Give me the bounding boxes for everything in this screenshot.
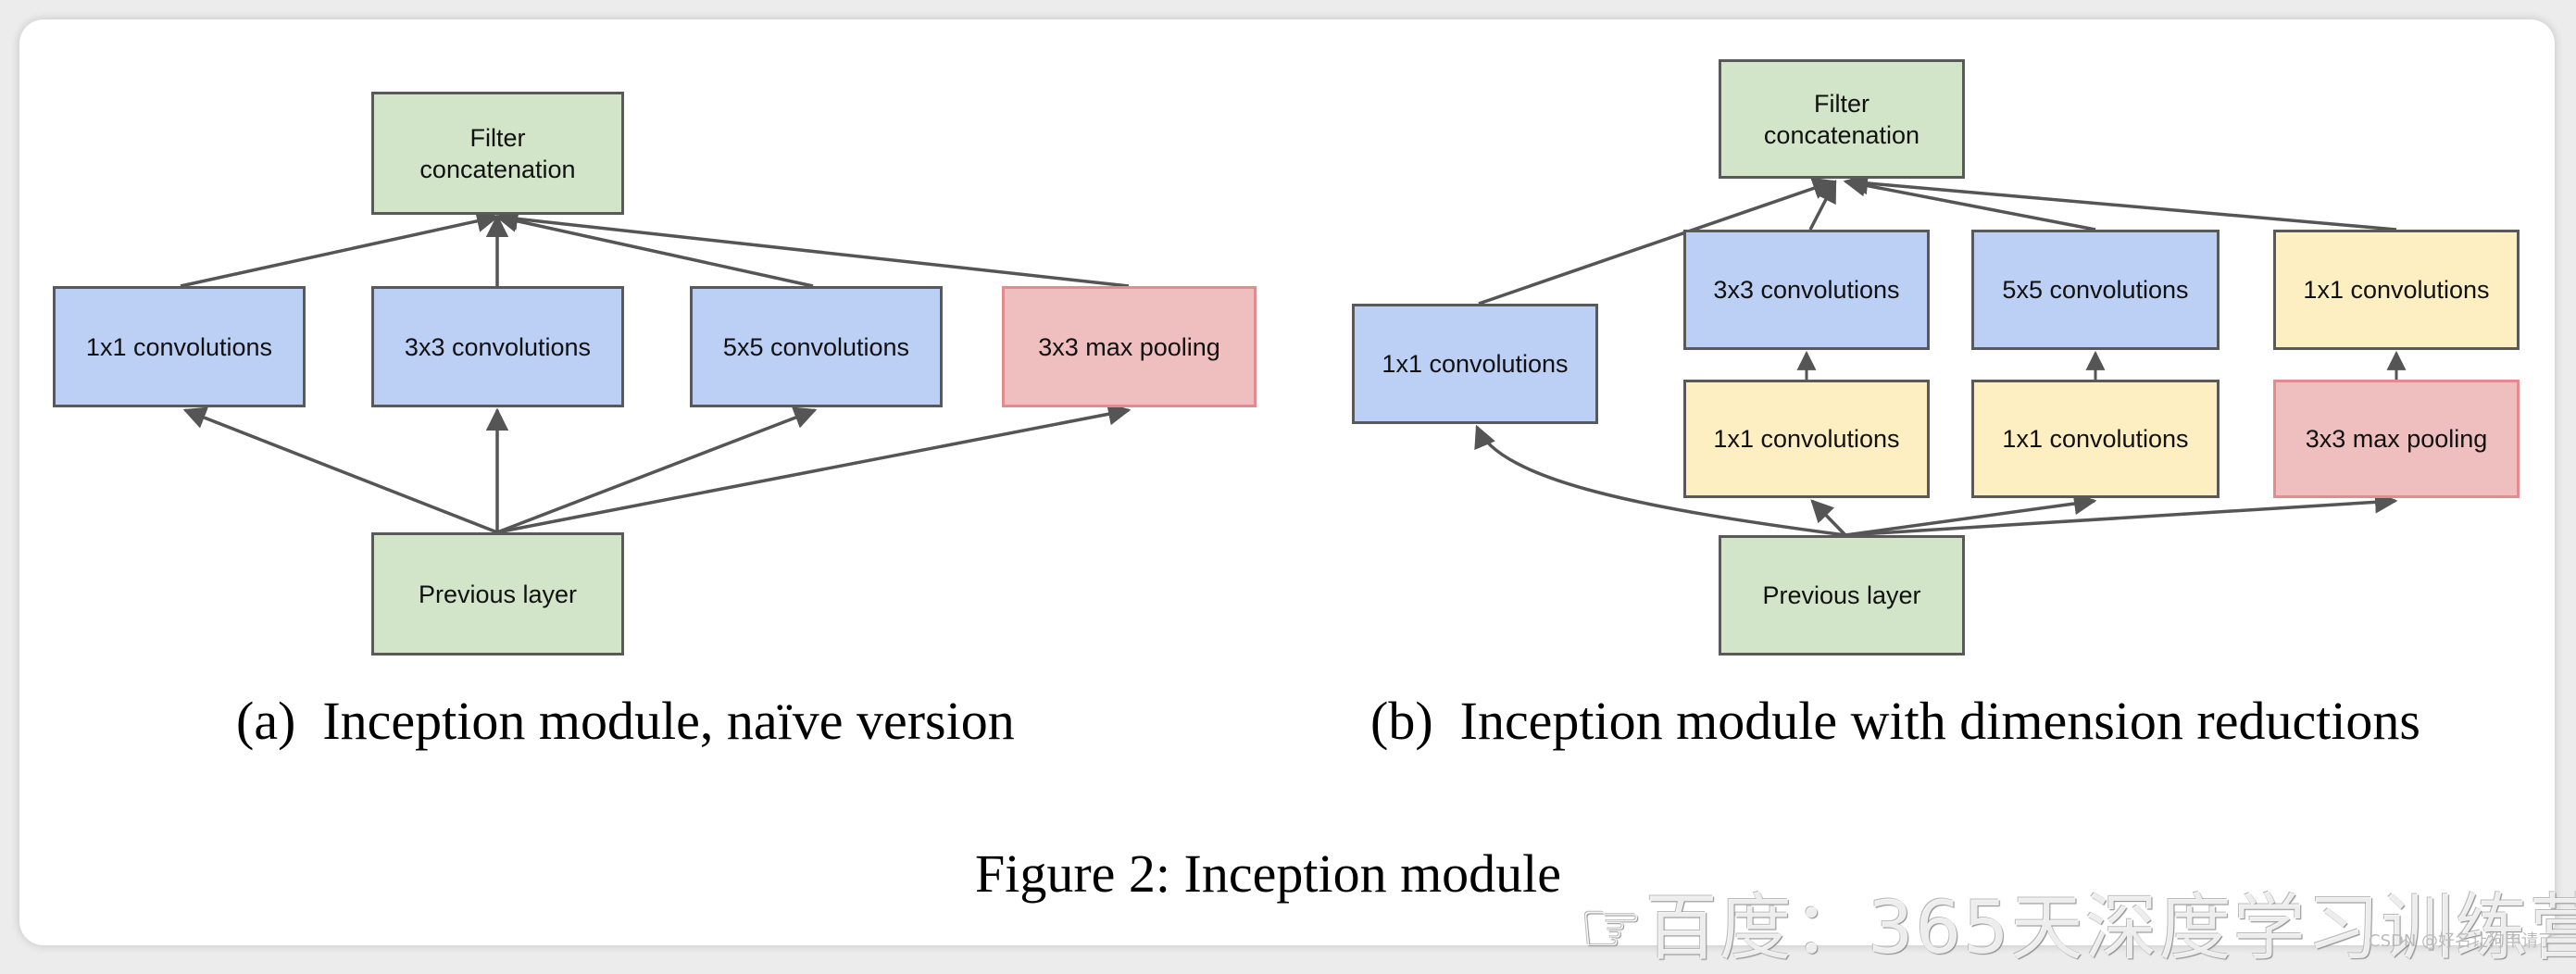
node-a-maxpool: 3x3 max pooling — [1002, 286, 1257, 407]
edge-a-conv1x1-concat — [180, 209, 500, 288]
node-b-reduce-5x5: 1x1 convolutions — [1971, 380, 2220, 498]
edge-a-prev-conv5x5 — [496, 406, 818, 534]
node-label: Previous layer — [418, 580, 578, 608]
node-b-reduce-3x3: 1x1 convolutions — [1683, 380, 1930, 498]
node-b-previous-layer: Previous layer — [1719, 535, 1965, 656]
edge-a-prev-conv1x1 — [182, 406, 498, 534]
node-a-previous-layer: Previous layer — [371, 532, 624, 656]
node-b-maxpool: 3x3 max pooling — [2273, 380, 2520, 498]
node-b-conv5x5: 5x5 convolutions — [1971, 230, 2220, 350]
figure-caption: Figure 2: Inception module — [975, 843, 1562, 904]
edge-a-prev-maxpool — [496, 403, 1132, 534]
edge-a-conv5x5-concat — [494, 209, 814, 288]
node-label: 1x1 convolutions — [2303, 276, 2490, 304]
node-label: 5x5 convolutions — [2002, 276, 2189, 304]
watermark-small: CSDN @好名让狗申请了 — [2369, 931, 2556, 951]
node-a-filter-concatenation: Filter concatenation — [371, 92, 624, 215]
node-label: 3x3 max pooling — [2305, 425, 2488, 453]
node-b-filter-concatenation: Filter concatenation — [1719, 59, 1965, 179]
node-label: 1x1 convolutions — [85, 332, 273, 361]
watermark: ☞百度：365天深度学习训练营 — [1579, 887, 2576, 970]
node-a-conv1x1: 1x1 convolutions — [53, 286, 306, 407]
subcaption-b: (b) Inception module with dimension redu… — [1370, 691, 2421, 751]
subcaption-a: (a) Inception module, naïve version — [236, 691, 1015, 751]
edge-b-conv1x1pool-concat — [1844, 171, 2397, 231]
node-label: 3x3 convolutions — [1713, 276, 1900, 304]
node-a-conv5x5: 5x5 convolutions — [690, 286, 943, 407]
edge-b-conv5x5-concat — [1843, 174, 2096, 231]
node-a-conv3x3: 3x3 convolutions — [371, 286, 624, 407]
node-label: 1x1 convolutions — [2002, 425, 2189, 453]
edge-b-prev-maxpool — [1844, 491, 2398, 537]
node-label: 3x3 max pooling — [1038, 332, 1220, 361]
node-label: Filter concatenation — [419, 123, 576, 183]
node-label: 1x1 convolutions — [1382, 350, 1569, 378]
node-label: 3x3 convolutions — [404, 332, 592, 361]
edge-a-maxpool-concat — [494, 207, 1130, 288]
node-label: 5x5 convolutions — [722, 332, 910, 361]
node-label: 1x1 convolutions — [1713, 425, 1900, 453]
node-label: Previous layer — [1762, 581, 1921, 609]
node-b-conv1x1-pool-proj: 1x1 convolutions — [2273, 230, 2520, 350]
node-label: Filter concatenation — [1763, 89, 1920, 149]
edge-b-prev-reduce5x5 — [1844, 492, 2097, 537]
node-b-conv3x3: 3x3 convolutions — [1683, 230, 1930, 350]
node-b-conv1x1: 1x1 convolutions — [1352, 304, 1598, 424]
